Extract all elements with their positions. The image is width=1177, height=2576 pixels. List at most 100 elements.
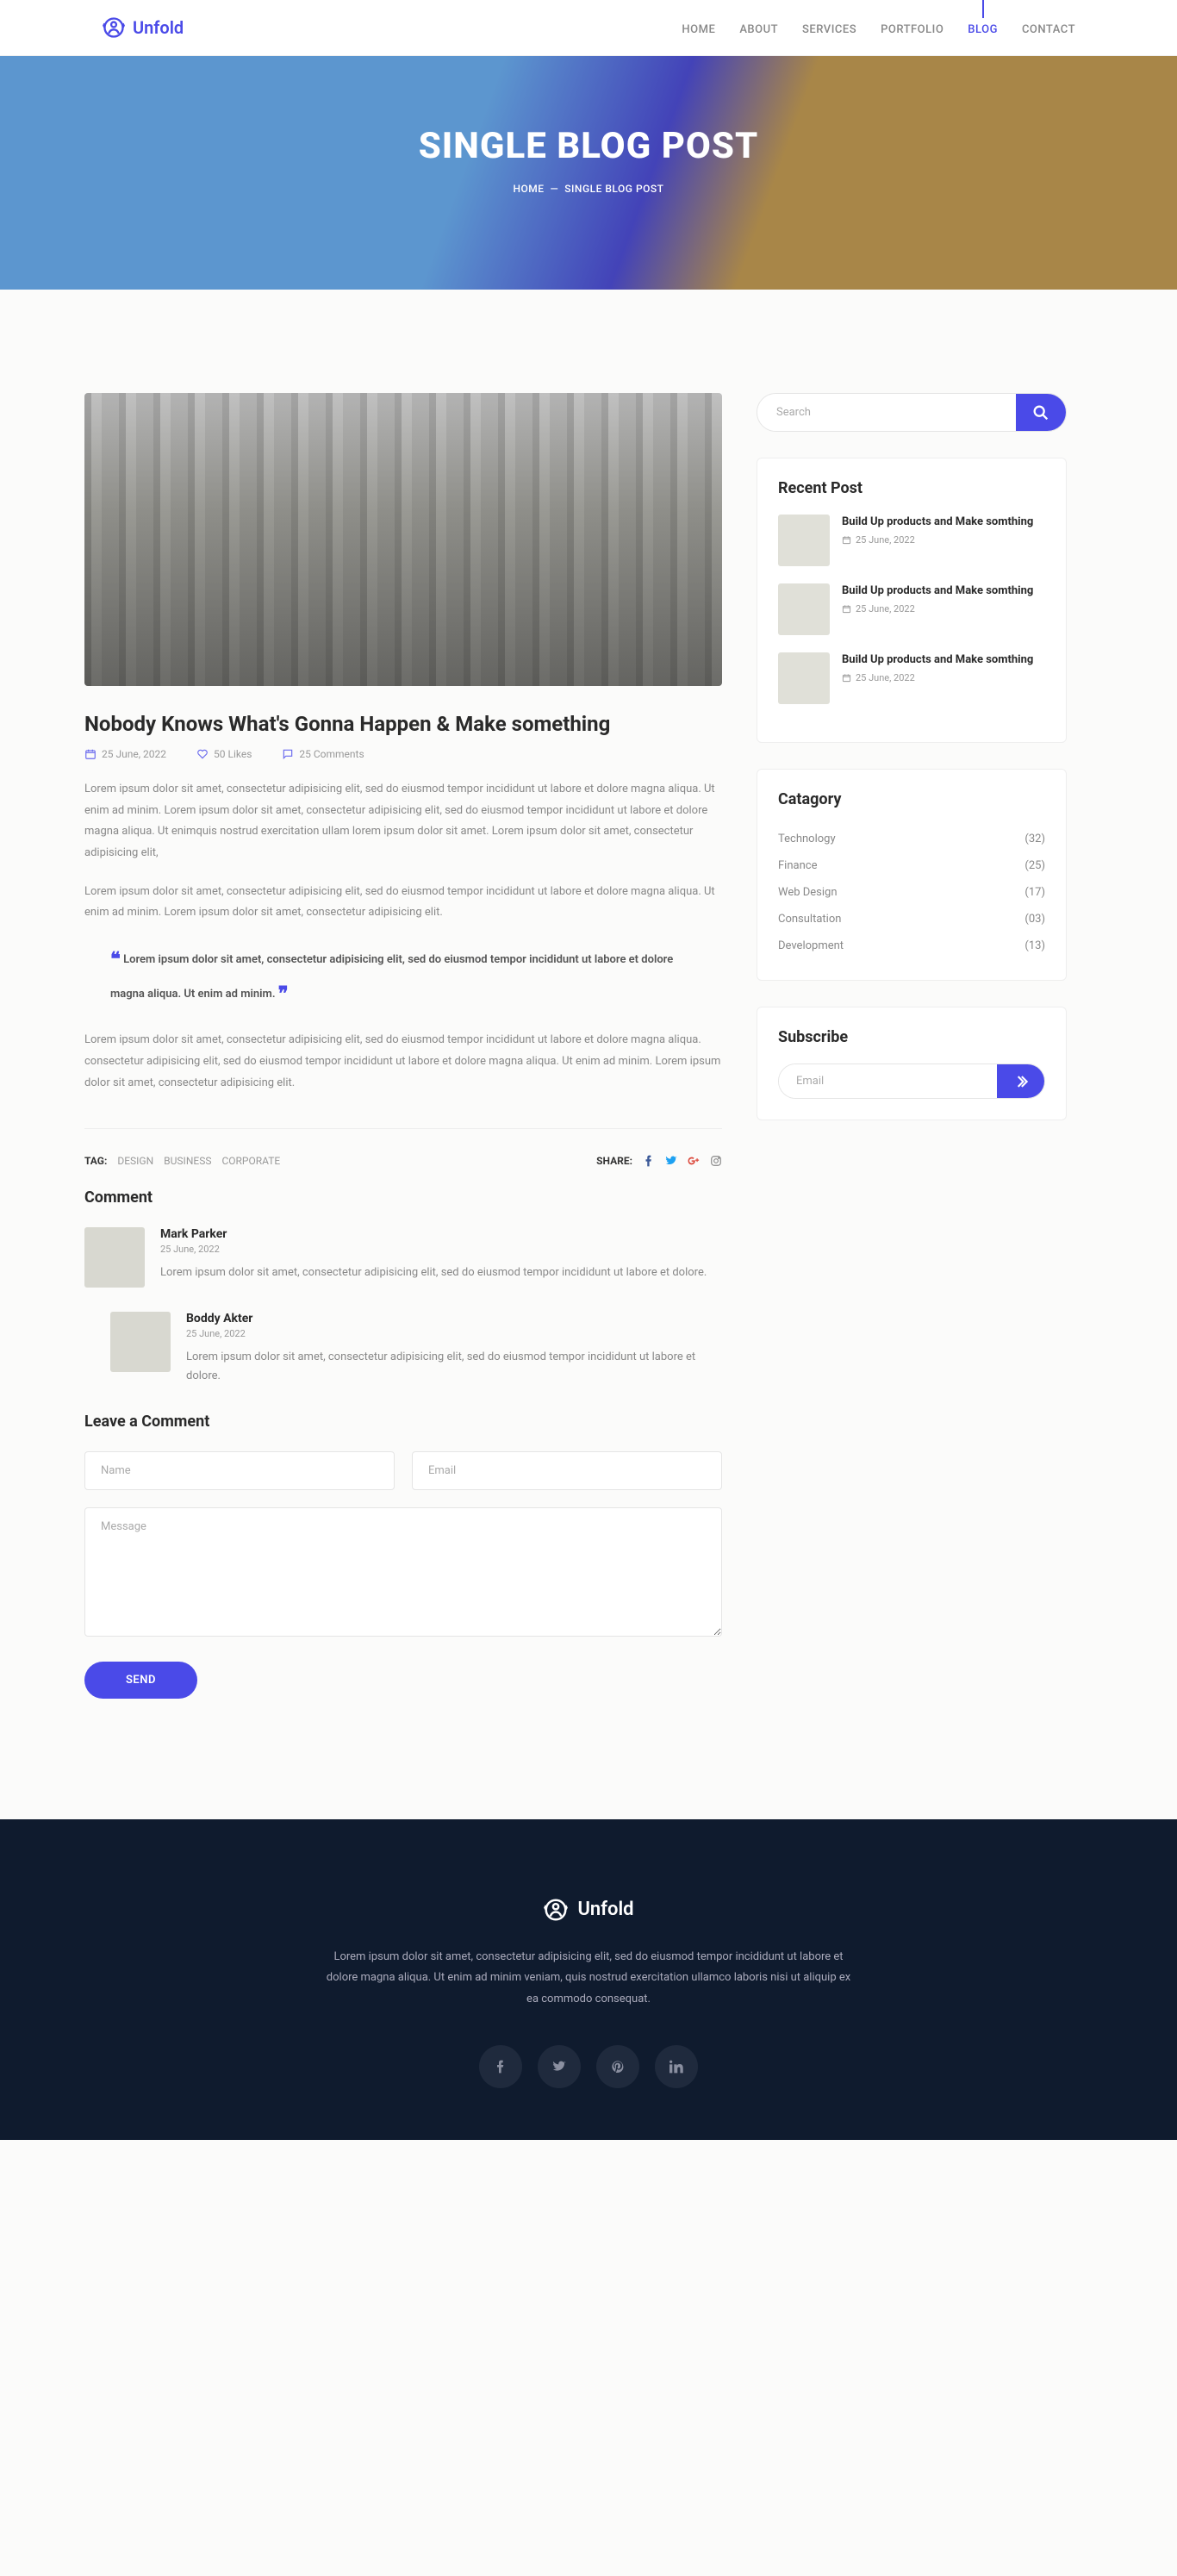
comment-item: Mark Parker 25 June, 2022 Lorem ipsum do… — [84, 1227, 722, 1288]
post-footer: TAG: DESIGN BUSINESS CORPORATE SHARE: — [84, 1128, 722, 1188]
twitter-icon — [552, 2060, 566, 2074]
logo-text: Unfold — [133, 17, 184, 38]
nav-about[interactable]: ABOUT — [739, 23, 778, 36]
recent-post-date: 25 June, 2022 — [842, 672, 1033, 683]
category-item[interactable]: Technology(32) — [778, 826, 1045, 852]
search-icon — [1031, 403, 1050, 422]
calendar-icon — [842, 673, 851, 683]
sidebar: Recent Post Build Up products and Make s… — [757, 393, 1067, 1699]
comment-text: Lorem ipsum dolor sit amet, consectetur … — [186, 1348, 722, 1386]
pinterest-icon — [611, 2060, 625, 2074]
comment-author: Boddy Akter — [186, 1312, 722, 1325]
recent-thumb — [778, 515, 830, 566]
social-facebook[interactable] — [479, 2045, 522, 2088]
breadcrumb: HOME — SINGLE BLOG POST — [0, 183, 1177, 195]
comment-author: Mark Parker — [160, 1227, 707, 1241]
tag-link[interactable]: BUSINESS — [164, 1155, 211, 1167]
category-item[interactable]: Consultation(03) — [778, 906, 1045, 932]
logo-icon — [102, 16, 126, 40]
social-twitter[interactable] — [538, 2045, 581, 2088]
recent-thumb — [778, 652, 830, 704]
hero-banner: SINGLE BLOG POST HOME — SINGLE BLOG POST — [0, 56, 1177, 290]
post-paragraph: Lorem ipsum dolor sit amet, consectetur … — [84, 1030, 722, 1094]
recent-post-item[interactable]: Build Up products and Make somthing 25 J… — [778, 652, 1045, 704]
nav-portfolio[interactable]: PORTFOLIO — [881, 23, 943, 36]
recent-post-date: 25 June, 2022 — [842, 534, 1033, 546]
share-label: SHARE: — [596, 1155, 632, 1167]
email-input[interactable] — [412, 1451, 722, 1490]
social-linkedin[interactable] — [655, 2045, 698, 2088]
avatar — [110, 1312, 171, 1372]
recent-posts-widget: Recent Post Build Up products and Make s… — [757, 458, 1067, 743]
recent-post-item[interactable]: Build Up products and Make somthing 25 J… — [778, 515, 1045, 566]
header: Unfold HOME ABOUT SERVICES PORTFOLIO BLOG CON… — [0, 0, 1177, 56]
meta-likes[interactable]: 50 Likes — [196, 748, 252, 760]
footer-logo-text: Unfold — [577, 1899, 633, 1920]
search-widget — [757, 393, 1067, 432]
nav-blog[interactable]: BLOG — [968, 23, 998, 36]
tag-link[interactable]: DESIGN — [117, 1155, 153, 1167]
post-title: Nobody Knows What's Gonna Happen & Make … — [84, 712, 722, 736]
recent-post-title: Build Up products and Make somthing — [842, 515, 1033, 530]
post-meta: 25 June, 2022 50 Likes 25 Comments — [84, 748, 722, 760]
recent-post-title: Build Up products and Make somthing — [842, 652, 1033, 668]
comments-heading: Comment — [84, 1188, 722, 1207]
footer-logo[interactable]: Unfold — [0, 1897, 1177, 1923]
category-widget: Catagory Technology(32) Finance(25) Web … — [757, 769, 1067, 981]
main-nav: HOME ABOUT SERVICES PORTFOLIO BLOG CONTACT — [682, 20, 1075, 36]
twitter-icon[interactable] — [665, 1155, 677, 1167]
nav-services[interactable]: SERVICES — [802, 23, 856, 36]
widget-title: Subscribe — [778, 1028, 1045, 1046]
search-button[interactable] — [1016, 394, 1066, 431]
message-input[interactable] — [84, 1507, 722, 1637]
comment-text: Lorem ipsum dolor sit amet, consectetur … — [160, 1263, 707, 1282]
nav-contact[interactable]: CONTACT — [1022, 23, 1075, 36]
recent-post-item[interactable]: Build Up products and Make somthing 25 J… — [778, 583, 1045, 635]
post-quote: ❝ Lorem ipsum dolor sit amet, consectetu… — [84, 943, 722, 1011]
breadcrumb-home[interactable]: HOME — [514, 183, 545, 195]
category-item[interactable]: Web Design(17) — [778, 879, 1045, 906]
main-content: Nobody Knows What's Gonna Happen & Make … — [84, 393, 722, 1699]
footer-text: Lorem ipsum dolor sit amet, consectetur … — [321, 1947, 856, 2011]
breadcrumb-current: SINGLE BLOG POST — [564, 183, 663, 195]
comment-date: 25 June, 2022 — [186, 1328, 722, 1339]
post-featured-image — [84, 393, 722, 686]
category-item[interactable]: Finance(25) — [778, 852, 1045, 879]
widget-title: Catagory — [778, 790, 1045, 808]
comment-item: Boddy Akter 25 June, 2022 Lorem ipsum do… — [110, 1312, 722, 1386]
tags-label: TAG: — [84, 1155, 107, 1167]
search-input[interactable] — [757, 394, 1016, 431]
recent-post-date: 25 June, 2022 — [842, 603, 1033, 614]
logo[interactable]: Unfold — [102, 16, 184, 40]
linkedin-icon — [669, 2060, 683, 2074]
logo-icon — [543, 1897, 569, 1923]
subscribe-button[interactable] — [997, 1064, 1044, 1098]
tag-link[interactable]: CORPORATE — [221, 1155, 280, 1167]
category-item[interactable]: Development(13) — [778, 932, 1045, 959]
meta-comments[interactable]: 25 Comments — [282, 748, 364, 760]
recent-thumb — [778, 583, 830, 635]
quote-close-icon: ❞ — [278, 983, 289, 1005]
facebook-icon — [494, 2060, 508, 2074]
recent-post-title: Build Up products and Make somthing — [842, 583, 1033, 599]
send-button[interactable]: SEND — [84, 1662, 197, 1699]
tags: TAG: DESIGN BUSINESS CORPORATE — [84, 1155, 290, 1167]
leave-comment-heading: Leave a Comment — [84, 1413, 722, 1431]
comment-date: 25 June, 2022 — [160, 1244, 707, 1255]
page-title: SINGLE BLOG POST — [0, 125, 1177, 167]
subscribe-email-input[interactable] — [779, 1064, 997, 1098]
social-pinterest[interactable] — [596, 2045, 639, 2088]
avatar — [84, 1227, 145, 1288]
facebook-icon[interactable] — [643, 1155, 655, 1167]
heart-icon — [196, 748, 209, 760]
name-input[interactable] — [84, 1451, 395, 1490]
calendar-icon — [842, 604, 851, 614]
post-body: Lorem ipsum dolor sit amet, consectetur … — [84, 779, 722, 1094]
quote-open-icon: ❝ — [110, 949, 121, 970]
nav-home[interactable]: HOME — [682, 23, 715, 36]
share: SHARE: — [596, 1155, 722, 1167]
comment-icon — [282, 748, 294, 760]
arrow-right-icon — [1012, 1073, 1030, 1090]
instagram-icon[interactable] — [710, 1155, 722, 1167]
google-icon[interactable] — [688, 1155, 700, 1167]
